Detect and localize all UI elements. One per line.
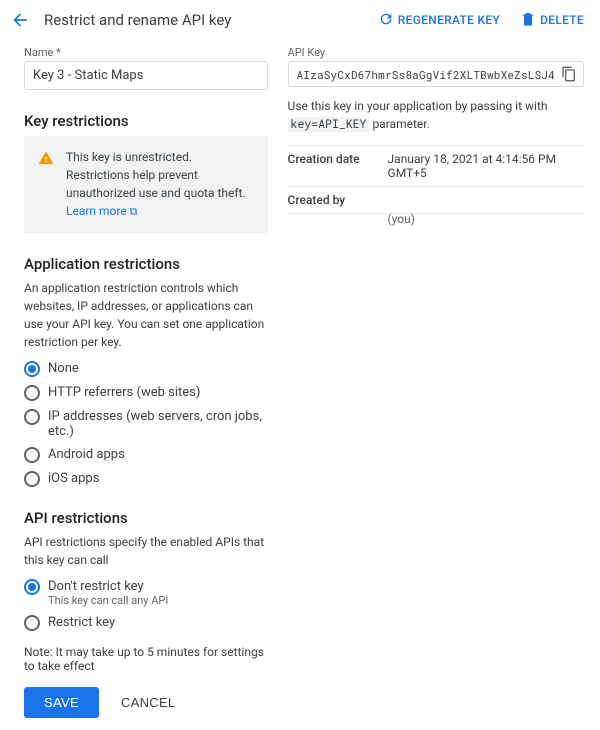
radio-icon [24, 447, 40, 463]
app-restriction-option[interactable]: iOS apps [24, 471, 268, 487]
app-restrictions-desc: An application restriction controls whic… [24, 279, 268, 351]
radio-icon [24, 409, 40, 425]
creation-date-label: Creation date [288, 152, 388, 180]
api-restrictions-desc: API restrictions specify the enabled API… [24, 533, 268, 569]
radio-icon [24, 615, 40, 631]
name-input[interactable] [24, 61, 268, 90]
app-restrictions-heading: Application restrictions [24, 255, 268, 273]
api-restriction-option[interactable]: Restrict key [24, 615, 268, 631]
regenerate-key-button[interactable]: REGENERATE KEY [372, 7, 506, 34]
save-button[interactable]: SAVE [24, 687, 99, 718]
app-restrictions-radios: None HTTP referrers (web sites) IP address… [24, 361, 268, 487]
radio-icon [24, 579, 40, 595]
app-restriction-option[interactable]: None [24, 361, 268, 377]
regenerate-key-label: REGENERATE KEY [398, 13, 500, 27]
api-restriction-option[interactable]: Don't restrict keyThis key can call any … [24, 579, 268, 607]
trash-icon [520, 11, 536, 30]
page-title: Restrict and rename API key [42, 11, 231, 29]
hint-code: key=API_KEY [288, 117, 370, 132]
warning-text: This key is unrestricted. Restrictions h… [66, 148, 254, 221]
api-key-value: AIzaSyCxD67hmrSs8aGgVif2XLTBwbXeZsLSJ4 [297, 67, 555, 82]
radio-icon [24, 361, 40, 377]
radio-label: HTTP referrers (web sites) [48, 385, 200, 400]
api-key-label: API Key [288, 46, 584, 59]
radio-icon [24, 385, 40, 401]
name-label: Name * [24, 46, 268, 59]
learn-more-link[interactable]: Learn more ⧉ [66, 204, 137, 218]
radio-label: None [48, 361, 79, 376]
api-restrictions-radios: Don't restrict keyThis key can call any … [24, 579, 268, 631]
api-key-field: AIzaSyCxD67hmrSs8aGgVif2XLTBwbXeZsLSJ4 [288, 61, 584, 87]
delete-button[interactable]: DELETE [514, 7, 590, 34]
created-by-value [388, 193, 584, 207]
back-arrow-icon[interactable] [6, 6, 34, 34]
cancel-button[interactable]: CANCEL [107, 687, 190, 718]
radio-label: Android apps [48, 447, 125, 462]
radio-sublabel: This key can call any API [48, 594, 168, 607]
radio-icon [24, 471, 40, 487]
radio-label: Restrict key [48, 615, 115, 630]
radio-label: IP addresses (web servers, cron jobs, et… [48, 409, 268, 439]
api-restrictions-heading: API restrictions [24, 509, 268, 527]
created-by-label: Created by [288, 193, 388, 207]
created-by-sub: (you) [388, 212, 584, 230]
warning-icon [38, 150, 54, 171]
created-by-row: Created by [288, 187, 584, 214]
radio-label: iOS apps [48, 471, 99, 486]
settings-note: Note: It may take up to 5 minutes for se… [24, 645, 268, 673]
app-restriction-option[interactable]: Android apps [24, 447, 268, 463]
refresh-icon [378, 11, 394, 30]
api-key-hint: Use this key in your application by pass… [288, 97, 584, 133]
copy-icon[interactable] [561, 66, 577, 82]
radio-label: Don't restrict key [48, 579, 168, 594]
external-link-icon: ⧉ [127, 205, 138, 218]
app-restriction-option[interactable]: IP addresses (web servers, cron jobs, et… [24, 409, 268, 439]
app-restriction-option[interactable]: HTTP referrers (web sites) [24, 385, 268, 401]
warning-banner: This key is unrestricted. Restrictions h… [24, 136, 268, 233]
creation-date-value: January 18, 2021 at 4:14:56 PM GMT+5 [388, 152, 584, 180]
key-restrictions-heading: Key restrictions [24, 112, 268, 130]
delete-label: DELETE [540, 13, 584, 27]
creation-date-row: Creation date January 18, 2021 at 4:14:5… [288, 145, 584, 187]
